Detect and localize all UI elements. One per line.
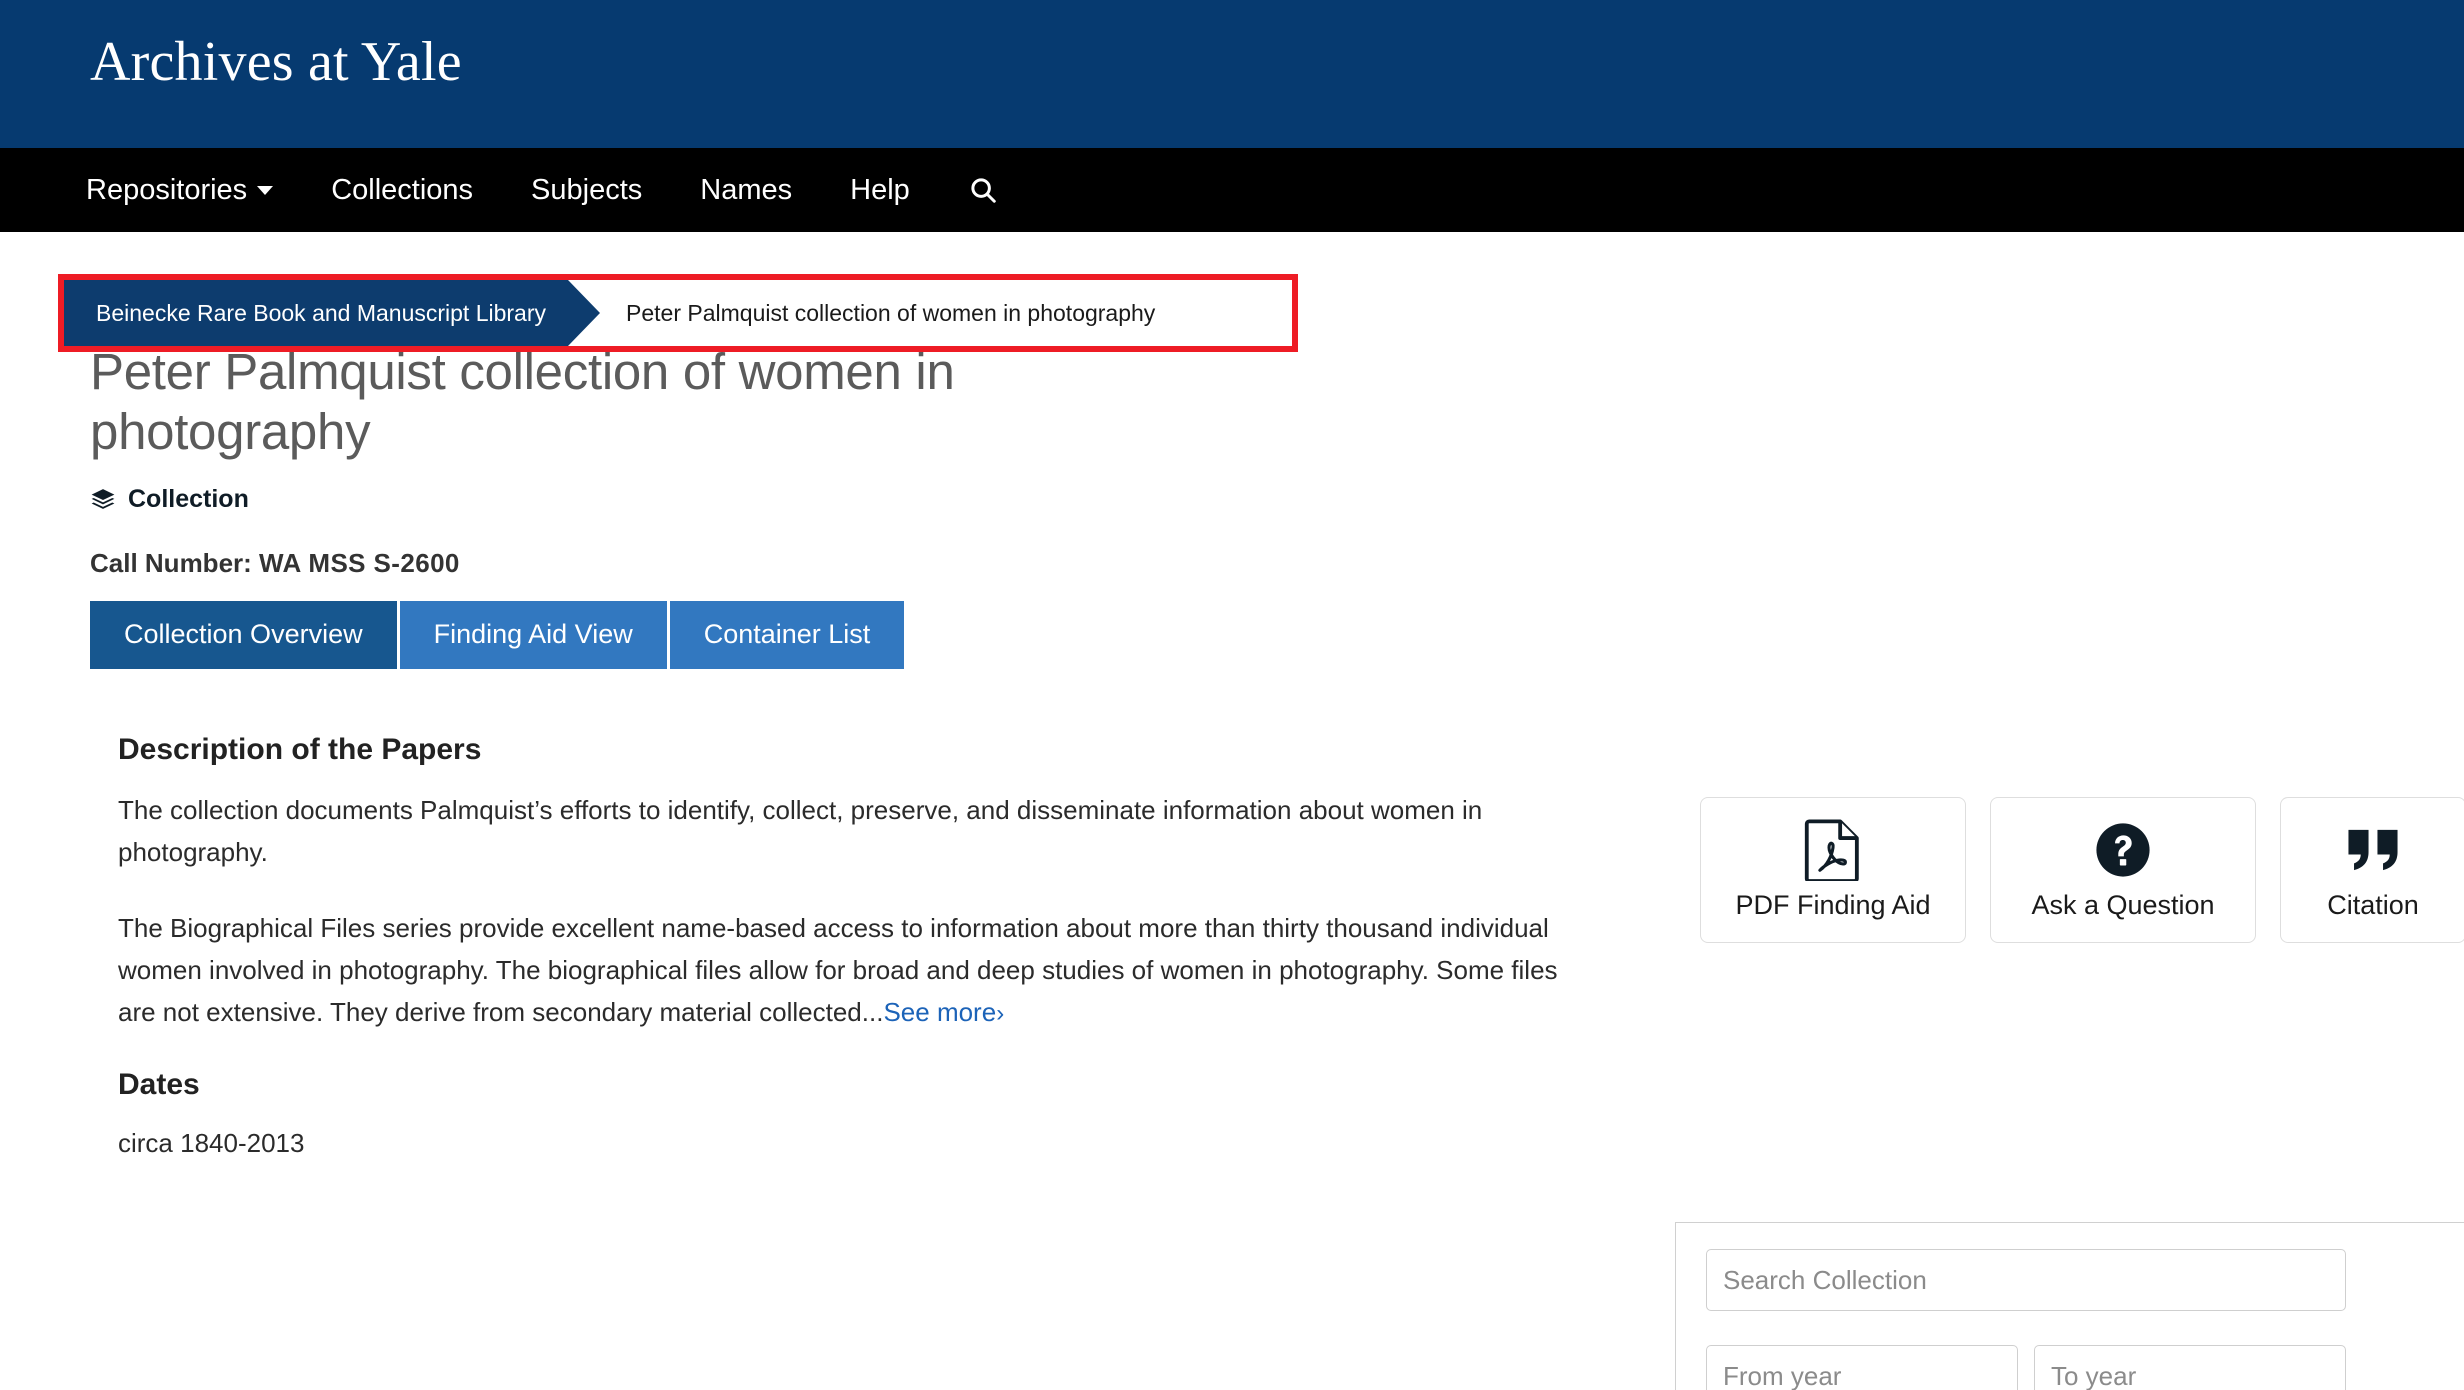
record-action-buttons: PDF Finding Aid Ask a Question Citation bbox=[1700, 797, 2464, 943]
nav-item-label: Names bbox=[700, 173, 793, 206]
tab-container-list[interactable]: Container List bbox=[669, 601, 905, 669]
description-paragraph-2: The Biographical Files series provide ex… bbox=[118, 907, 1588, 1034]
site-masthead: Archives at Yale bbox=[0, 0, 2464, 148]
nav-item-help[interactable]: Help bbox=[850, 173, 910, 206]
call-number-value: WA MSS S-2600 bbox=[259, 548, 460, 579]
year-range-row bbox=[1706, 1345, 2445, 1390]
search-icon[interactable] bbox=[968, 175, 998, 205]
see-more-label: See more bbox=[883, 997, 997, 1028]
tab-collection-overview[interactable]: Collection Overview bbox=[90, 601, 397, 669]
page-title: Peter Palmquist collection of women in p… bbox=[90, 343, 955, 460]
collection-sidebar: Search Navigate the collection Peter Pal… bbox=[1675, 1222, 2464, 1390]
chevron-down-icon bbox=[257, 185, 274, 195]
record-level-label: Collection bbox=[128, 485, 249, 514]
breadcrumb-highlight-box: Beinecke Rare Book and Manuscript Librar… bbox=[58, 274, 1298, 352]
call-number: Call Number: WA MSS S-2600 bbox=[90, 548, 1650, 579]
call-number-label: Call Number: bbox=[90, 548, 252, 579]
description-heading: Description of the Papers bbox=[118, 733, 482, 766]
ask-a-question-button[interactable]: Ask a Question bbox=[1990, 797, 2256, 943]
nav-item-names[interactable]: Names bbox=[700, 173, 793, 206]
nav-item-label: Help bbox=[850, 173, 910, 206]
dates-heading: Dates bbox=[118, 1068, 200, 1102]
action-button-label: PDF Finding Aid bbox=[1735, 890, 1931, 921]
action-button-label: Citation bbox=[2327, 890, 2419, 921]
main-column: Peter Palmquist collection of women in p… bbox=[90, 342, 1650, 1163]
description-paragraph-2-text: The Biographical Files series provide ex… bbox=[118, 913, 1558, 1028]
breadcrumb-region: Beinecke Rare Book and Manuscript Librar… bbox=[0, 232, 2464, 352]
chevron-right-icon: › bbox=[996, 1000, 1005, 1028]
breadcrumb-item-repository[interactable]: Beinecke Rare Book and Manuscript Librar… bbox=[64, 280, 601, 346]
to-year-input[interactable] bbox=[2034, 1345, 2346, 1390]
record-level-badge: Collection bbox=[90, 485, 1650, 514]
collection-overview-content: Description of the Papers The collection… bbox=[118, 733, 1628, 1163]
tab-finding-aid-view[interactable]: Finding Aid View bbox=[399, 601, 667, 669]
from-year-input[interactable] bbox=[1706, 1345, 2018, 1390]
nav-item-label: Repositories bbox=[86, 173, 248, 206]
see-more-link[interactable]: See more› bbox=[883, 997, 1004, 1027]
dates-value: circa 1840-2013 bbox=[118, 1128, 305, 1159]
layers-icon bbox=[91, 488, 115, 509]
description-paragraph-1: The collection documents Palmquist’s eff… bbox=[118, 795, 1483, 868]
record-tabs: Collection Overview Finding Aid View Con… bbox=[90, 601, 1650, 669]
site-title[interactable]: Archives at Yale bbox=[90, 30, 462, 94]
breadcrumb: Beinecke Rare Book and Manuscript Librar… bbox=[64, 280, 1155, 346]
pdf-file-icon bbox=[1804, 819, 1862, 882]
main-navigation: Repositories Collections Subjects Names … bbox=[0, 148, 2464, 232]
question-circle-icon bbox=[2094, 819, 2152, 881]
nav-item-label: Subjects bbox=[531, 173, 643, 206]
search-collection-input[interactable] bbox=[1706, 1249, 2346, 1311]
nav-item-collections[interactable]: Collections bbox=[331, 173, 474, 206]
nav-item-repositories[interactable]: Repositories bbox=[86, 173, 274, 206]
quote-icon bbox=[2344, 819, 2402, 881]
nav-item-label: Collections bbox=[331, 173, 474, 206]
breadcrumb-item-current: Peter Palmquist collection of women in p… bbox=[626, 299, 1156, 326]
action-button-label: Ask a Question bbox=[2031, 890, 2215, 921]
citation-button[interactable]: Citation bbox=[2280, 797, 2464, 943]
pdf-finding-aid-button[interactable]: PDF Finding Aid bbox=[1700, 797, 1966, 943]
nav-item-subjects[interactable]: Subjects bbox=[531, 173, 643, 206]
